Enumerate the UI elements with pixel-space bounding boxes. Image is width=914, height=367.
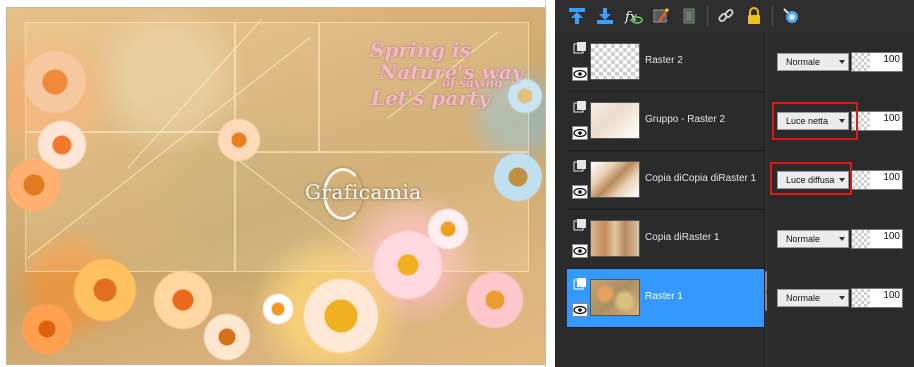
opacity-value: 100	[883, 231, 900, 242]
layer-name: Raster 1	[645, 291, 683, 302]
blend-mode-value: Normale	[786, 234, 821, 244]
blend-mode-dropdown[interactable]: Normale	[777, 230, 849, 248]
delete-layer-icon[interactable]	[677, 4, 701, 28]
opacity-value: 100	[883, 290, 900, 301]
visibility-toggle-icon[interactable]	[779, 4, 803, 28]
layer-properties-row: Normale 100	[767, 33, 914, 92]
layer-thumbnail	[590, 43, 640, 80]
eye-icon[interactable]	[572, 185, 588, 199]
blend-mode-dropdown[interactable]: Normale	[777, 289, 849, 307]
opacity-value: 100	[883, 54, 900, 65]
opacity-field[interactable]: 100	[851, 52, 903, 72]
blend-mode-value: Normale	[786, 293, 821, 303]
edit-mask-icon[interactable]	[649, 4, 673, 28]
link-icon[interactable]	[714, 4, 738, 28]
daisy-flower	[21, 303, 73, 355]
opacity-value: 100	[883, 172, 900, 183]
layer-name: Copia diCopia diRaster 1	[645, 173, 757, 184]
layers-toolbar: fx	[555, 0, 914, 32]
chevron-down-icon	[839, 237, 845, 241]
chevron-down-icon	[839, 60, 845, 64]
image-canvas[interactable]: Spring is Nature's way of saying Let's p…	[6, 7, 546, 365]
daisy-flower	[427, 208, 469, 250]
daisy-flower	[73, 258, 137, 322]
daisy-flower	[262, 293, 294, 325]
layer-name: Copia diRaster 1	[645, 232, 720, 243]
quote-line-3: Let's party	[371, 86, 490, 110]
layer-type-icon	[573, 100, 587, 114]
eye-icon[interactable]	[572, 67, 588, 81]
daisy-flower	[465, 270, 525, 330]
layer-list: Raster 2 Gruppo - Raster 2 Copia diCopia…	[567, 33, 767, 367]
opacity-swatch	[852, 53, 870, 71]
layer-properties: Normale 100 Luce netta 100 Luce diffusa …	[767, 33, 914, 367]
daisy-flower	[153, 270, 213, 330]
layer-row-gruppo-raster-2[interactable]: Gruppo - Raster 2	[567, 92, 766, 151]
layer-row-raster-1[interactable]: Raster 1	[567, 269, 766, 328]
move-layer-up-icon[interactable]	[565, 4, 589, 28]
opacity-value: 100	[883, 113, 900, 124]
opacity-field[interactable]: 100	[851, 170, 903, 190]
toolbar-separator	[772, 6, 773, 26]
layer-properties-row: Normale 100	[767, 269, 914, 328]
layer-thumbnail	[590, 102, 640, 139]
daisy-flower	[493, 152, 543, 202]
daisy-flower	[23, 50, 87, 114]
blend-mode-value: Normale	[786, 57, 821, 67]
daisy-flower	[203, 313, 251, 361]
layer-thumbnail	[590, 220, 640, 257]
eye-icon[interactable]	[572, 303, 588, 317]
new-layer-icon[interactable]: fx	[621, 4, 645, 28]
opacity-swatch	[852, 171, 870, 189]
opacity-swatch	[852, 289, 870, 307]
opacity-field[interactable]: 100	[851, 111, 903, 131]
highlight-box	[772, 102, 858, 140]
layer-type-icon	[573, 277, 587, 291]
blend-mode-dropdown[interactable]: Normale	[777, 53, 849, 71]
toolbar-separator	[707, 6, 708, 26]
layer-name: Raster 2	[645, 55, 683, 66]
layer-type-icon	[573, 41, 587, 55]
layer-row-copia-diraster-1[interactable]: Copia diRaster 1	[567, 210, 766, 269]
eye-icon[interactable]	[572, 126, 588, 140]
layer-thumbnail	[590, 279, 640, 316]
layer-type-icon	[573, 159, 587, 173]
layer-name: Gruppo - Raster 2	[645, 114, 726, 125]
layer-row-copia-dicopia-diraster-1[interactable]: Copia diCopia diRaster 1	[567, 151, 766, 210]
daisy-flower	[217, 118, 261, 162]
move-layer-down-icon[interactable]	[593, 4, 617, 28]
layer-properties-row: Normale 100	[767, 210, 914, 269]
quote-line-1: Spring is	[370, 38, 471, 62]
opacity-field[interactable]: 100	[851, 288, 903, 308]
layer-type-icon	[573, 218, 587, 232]
eye-icon[interactable]	[572, 244, 588, 258]
layer-thumbnail	[590, 161, 640, 198]
daisy-flower	[303, 278, 379, 354]
daisy-flower	[7, 158, 61, 212]
layer-row-raster-2[interactable]: Raster 2	[567, 33, 766, 92]
lock-icon[interactable]	[742, 4, 766, 28]
watermark-text: Graficamia	[305, 180, 422, 204]
opacity-field[interactable]: 100	[851, 229, 903, 249]
highlight-box	[770, 162, 852, 195]
opacity-swatch	[852, 230, 870, 248]
layers-palette: fx Raster 2 Gruppo - Raster 2 Copia diCo…	[555, 0, 914, 367]
chevron-down-icon	[839, 296, 845, 300]
image-window: Spring is Nature's way of saying Let's p…	[0, 0, 546, 367]
